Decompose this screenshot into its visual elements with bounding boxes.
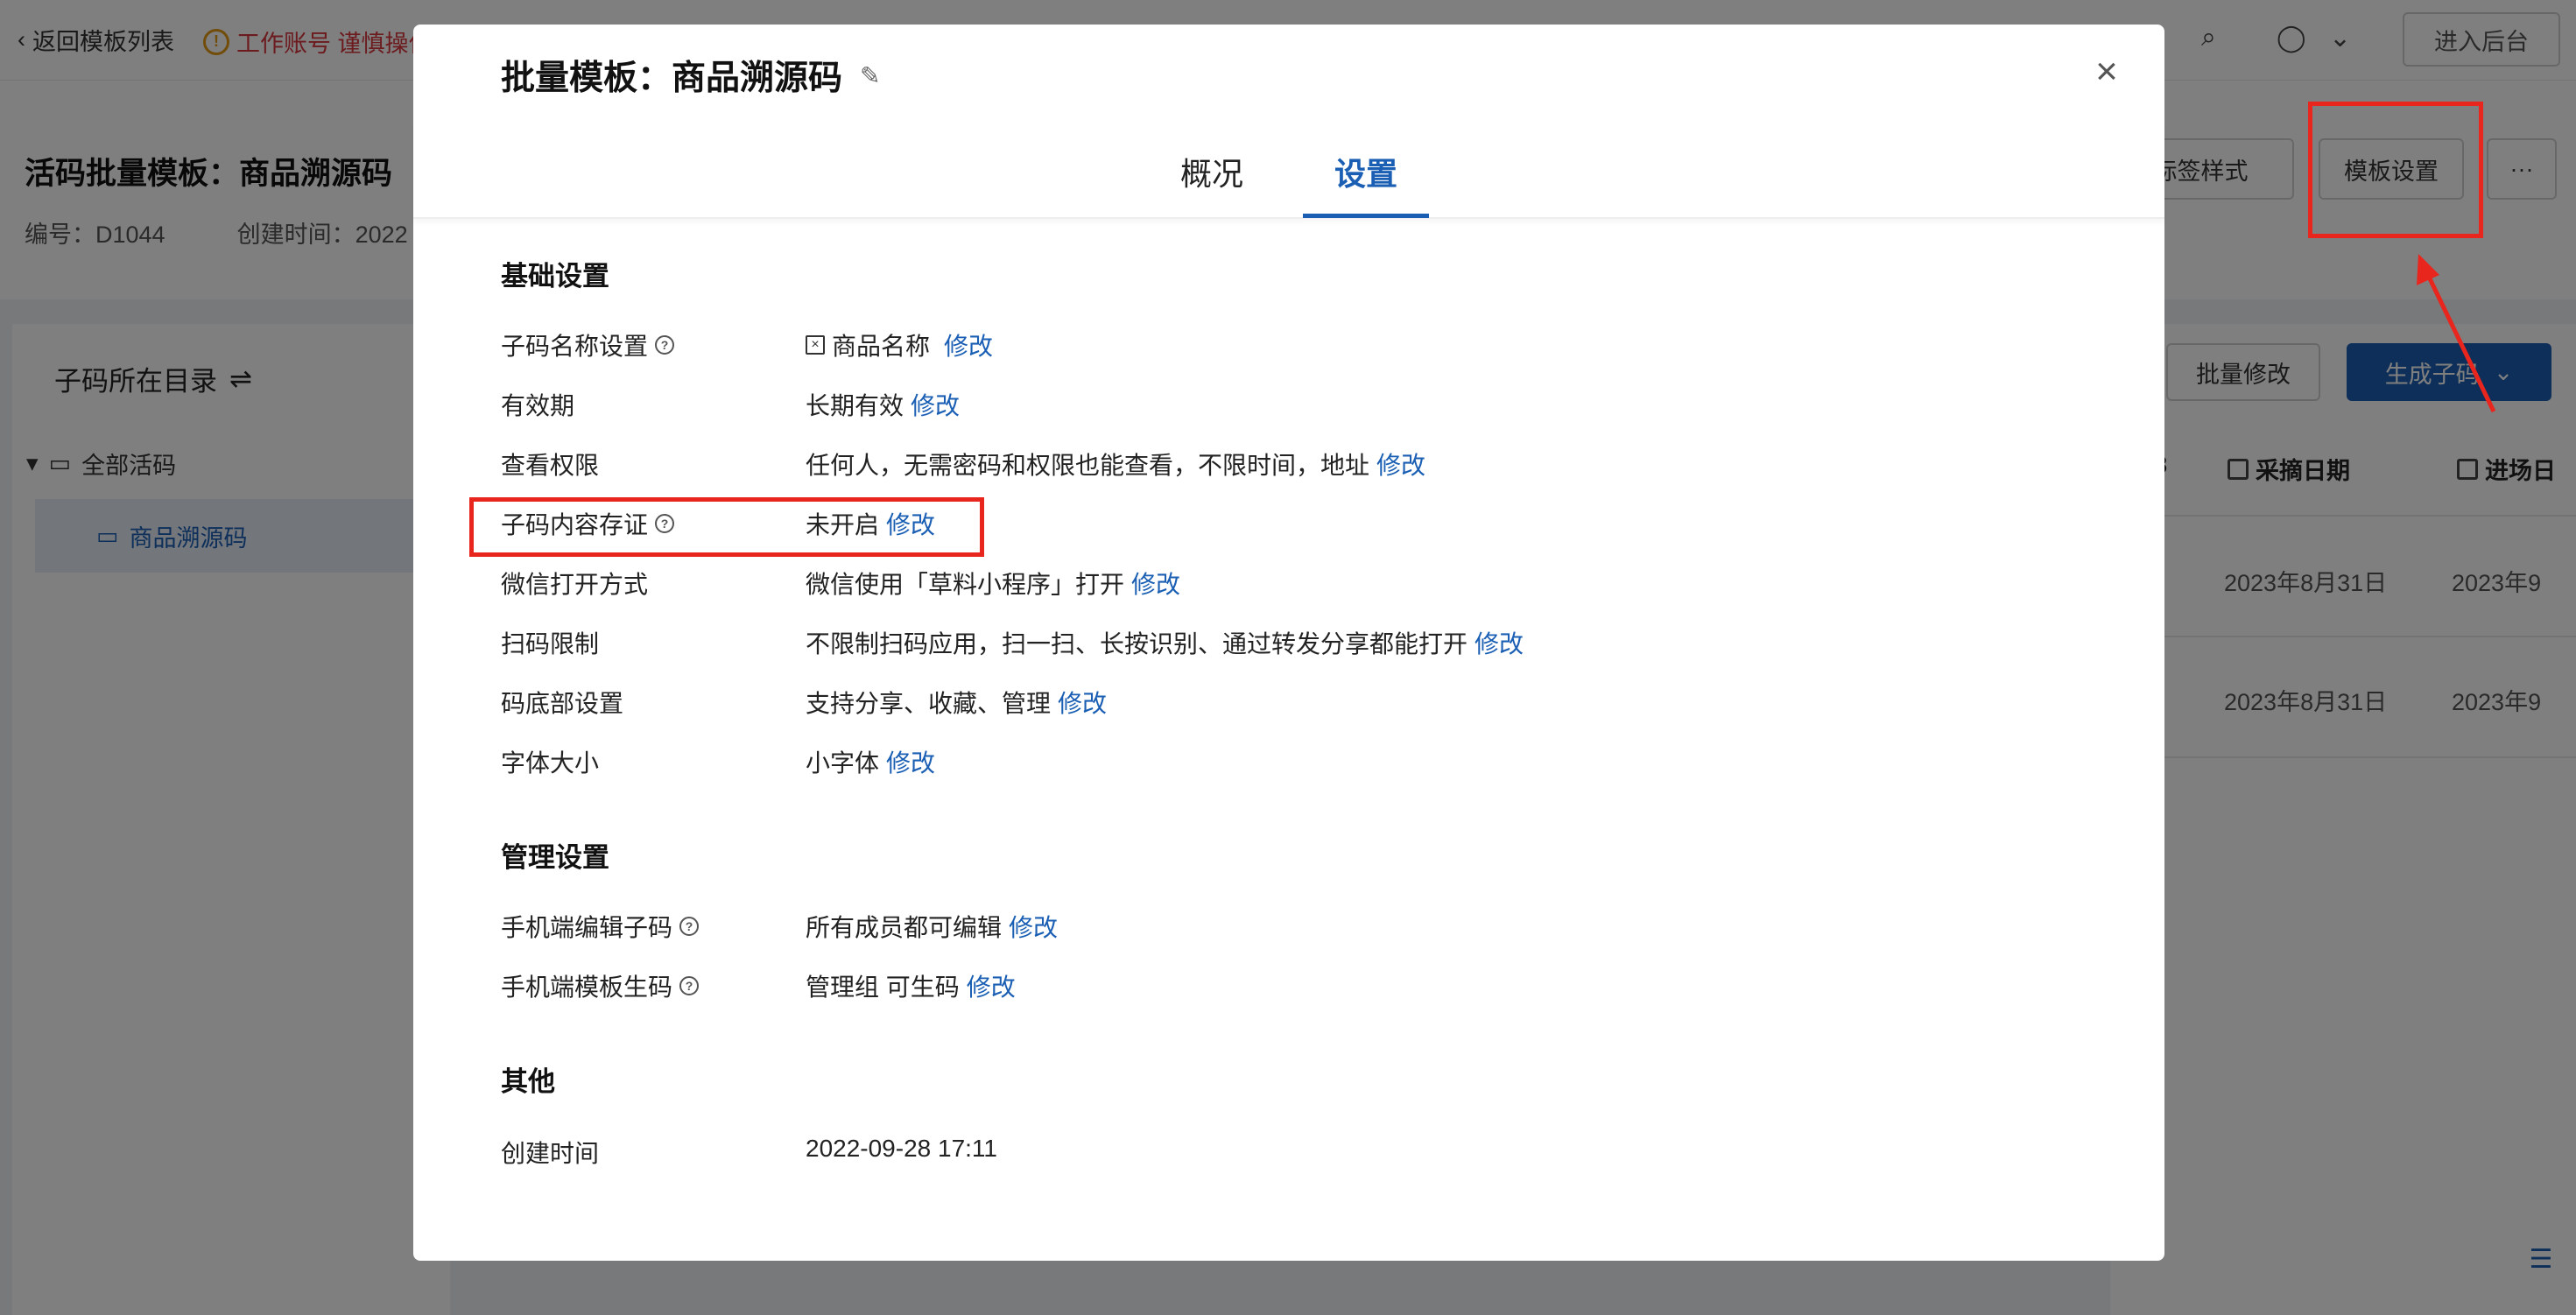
annotation-arrow bbox=[2417, 254, 2496, 413]
